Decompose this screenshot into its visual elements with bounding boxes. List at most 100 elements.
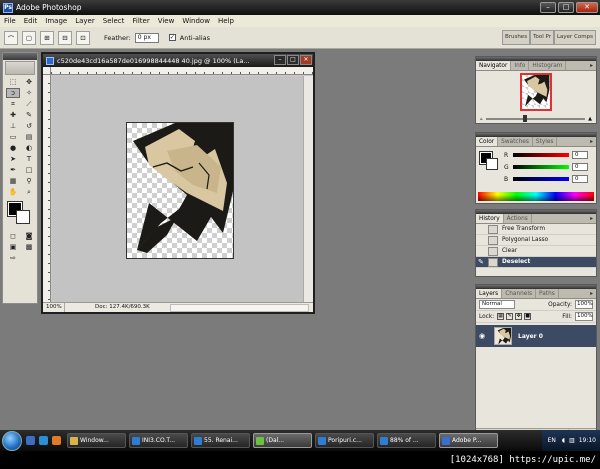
opacity-input[interactable]: 100% <box>575 300 593 309</box>
palette-menu-icon[interactable]: ▸ <box>587 289 596 298</box>
add-selection-button[interactable]: ⊞ <box>40 30 54 45</box>
green-value[interactable]: 0 <box>572 163 588 171</box>
tab-swatches[interactable]: Swatches <box>498 137 533 146</box>
background-color-swatch[interactable] <box>16 210 30 224</box>
history-brush-icon[interactable]: ↺ <box>22 121 36 131</box>
tab-layers[interactable]: Layers <box>476 289 503 298</box>
ruler-origin[interactable] <box>43 67 51 75</box>
menu-view[interactable]: View <box>158 17 175 25</box>
doc-close-button[interactable]: ✕ <box>300 55 312 65</box>
zoom-out-icon[interactable]: ▵ <box>480 116 483 122</box>
language-indicator[interactable]: EN <box>546 437 558 444</box>
well-tab-layer-comps[interactable]: Layer Comps <box>553 30 596 45</box>
tab-histogram[interactable]: Histogram <box>529 61 567 70</box>
clone-stamp-icon[interactable]: ⊥ <box>6 121 20 131</box>
shape-icon[interactable]: □ <box>22 165 36 175</box>
history-brush-source-icon[interactable]: ✎ <box>478 258 486 266</box>
lock-image-icon[interactable]: ✎ <box>506 313 514 320</box>
tab-navigator[interactable]: Navigator <box>476 61 512 70</box>
color-spectrum-ramp[interactable] <box>478 192 594 201</box>
doc-maximize-button[interactable]: □ <box>287 55 299 65</box>
blend-mode-select[interactable]: Normal <box>479 300 515 309</box>
notes-icon[interactable]: ▦ <box>6 176 20 186</box>
menu-select[interactable]: Select <box>103 17 125 25</box>
document-size[interactable]: Doc: 127.4K/690.3K <box>65 303 150 312</box>
gradient-icon[interactable]: ▤ <box>22 132 36 142</box>
minimize-button[interactable]: – <box>540 2 556 13</box>
navigator-zoom-slider[interactable] <box>485 115 586 122</box>
menu-window[interactable]: Window <box>182 17 210 25</box>
volume-icon[interactable]: ◖ <box>562 437 565 444</box>
doc-minimize-button[interactable]: – <box>274 55 286 65</box>
layer-row[interactable]: ◉ Layer 0 <box>476 325 596 347</box>
feather-input[interactable]: 0 px <box>134 32 159 43</box>
lock-position-icon[interactable]: ✥ <box>515 313 523 320</box>
hand-icon[interactable]: ✋ <box>6 187 20 197</box>
brush-icon[interactable]: ✎ <box>22 110 36 120</box>
healing-brush-icon[interactable]: ✚ <box>6 110 20 120</box>
well-tab-tool-presets[interactable]: Tool Pr <box>530 30 554 45</box>
green-slider[interactable] <box>513 165 569 169</box>
app-titlebar[interactable]: Ps Adobe Photoshop – □ ✕ <box>0 0 600 15</box>
tab-actions[interactable]: Actions <box>504 214 532 223</box>
start-button[interactable] <box>2 430 22 451</box>
close-button[interactable]: ✕ <box>576 2 598 13</box>
show-desktop-icon[interactable] <box>26 436 35 445</box>
task-window[interactable]: Window... <box>67 433 126 448</box>
blue-slider[interactable] <box>513 177 569 181</box>
new-selection-button[interactable]: ▢ <box>22 30 36 45</box>
palette-menu-icon[interactable]: ▸ <box>587 61 596 70</box>
screen-mode-standard-icon[interactable]: ▣ <box>6 242 20 252</box>
blur-icon[interactable]: ● <box>6 143 20 153</box>
horizontal-ruler[interactable] <box>51 67 313 75</box>
red-slider[interactable] <box>513 153 569 157</box>
tab-info[interactable]: Info <box>511 61 530 70</box>
menu-filter[interactable]: Filter <box>132 17 149 25</box>
slice-icon[interactable]: ⟋ <box>22 99 36 109</box>
screen-mode-full-icon[interactable]: ▩ <box>22 242 36 252</box>
history-item[interactable]: Polygonal Lasso <box>476 235 596 246</box>
crop-icon[interactable]: ⌗ <box>6 99 20 109</box>
path-selection-icon[interactable]: ➤ <box>6 154 20 164</box>
history-item[interactable]: Free Transform <box>476 224 596 235</box>
history-item-selected[interactable]: ✎ Deselect <box>476 257 596 268</box>
task-photoshop[interactable]: Adobe P... <box>439 433 498 448</box>
color-background-swatch[interactable] <box>486 158 498 170</box>
dodge-icon[interactable]: ◐ <box>22 143 36 153</box>
maximize-button[interactable]: □ <box>558 2 574 13</box>
type-icon[interactable]: T <box>22 154 36 164</box>
palette-menu-icon[interactable]: ▸ <box>587 214 596 223</box>
jump-to-imageready-icon[interactable]: ⇨ <box>6 253 20 263</box>
vertical-scrollbar[interactable] <box>303 76 313 304</box>
tab-channels[interactable]: Channels <box>502 289 537 298</box>
tool-preset-picker[interactable]: ⌒ <box>4 30 18 45</box>
lasso-icon[interactable]: ↄ <box>6 88 20 98</box>
menu-edit[interactable]: Edit <box>24 17 38 25</box>
network-icon[interactable]: ▥ <box>569 437 575 444</box>
task-browser-1[interactable]: INI3.CO.T... <box>129 433 188 448</box>
navigator-thumbnail[interactable] <box>520 73 552 111</box>
red-value[interactable]: 0 <box>572 151 588 159</box>
pen-icon[interactable]: ✒ <box>6 165 20 175</box>
tab-paths[interactable]: Paths <box>536 289 559 298</box>
subtract-selection-button[interactable]: ⊟ <box>58 30 72 45</box>
move-icon[interactable]: ✥ <box>22 77 36 87</box>
eyedropper-icon[interactable]: ⚲ <box>22 176 36 186</box>
menu-image[interactable]: Image <box>45 17 67 25</box>
eraser-icon[interactable]: ▭ <box>6 132 20 142</box>
zoom-level[interactable]: 100% <box>43 303 65 312</box>
quick-mask-icon[interactable]: ◙ <box>22 231 36 241</box>
marquee-icon[interactable]: ⬚ <box>6 77 20 87</box>
task-browser-2[interactable]: 55. Renai... <box>191 433 250 448</box>
document-titlebar[interactable]: c520de43cd16a587de016998844448 40.jpg @ … <box>43 54 313 67</box>
tab-history[interactable]: History <box>476 214 504 223</box>
toolbox-grip[interactable] <box>3 53 37 60</box>
eye-icon[interactable]: ◉ <box>476 332 488 340</box>
vertical-ruler[interactable] <box>43 75 51 303</box>
antialias-checkbox[interactable]: ✓ <box>168 34 176 41</box>
zoom-icon[interactable]: ⌕ <box>22 187 36 197</box>
well-tab-brushes[interactable]: Brushes <box>501 30 531 45</box>
ie-icon[interactable] <box>39 436 48 445</box>
lock-transparent-icon[interactable]: ▦ <box>497 313 505 320</box>
menu-file[interactable]: File <box>4 17 16 25</box>
